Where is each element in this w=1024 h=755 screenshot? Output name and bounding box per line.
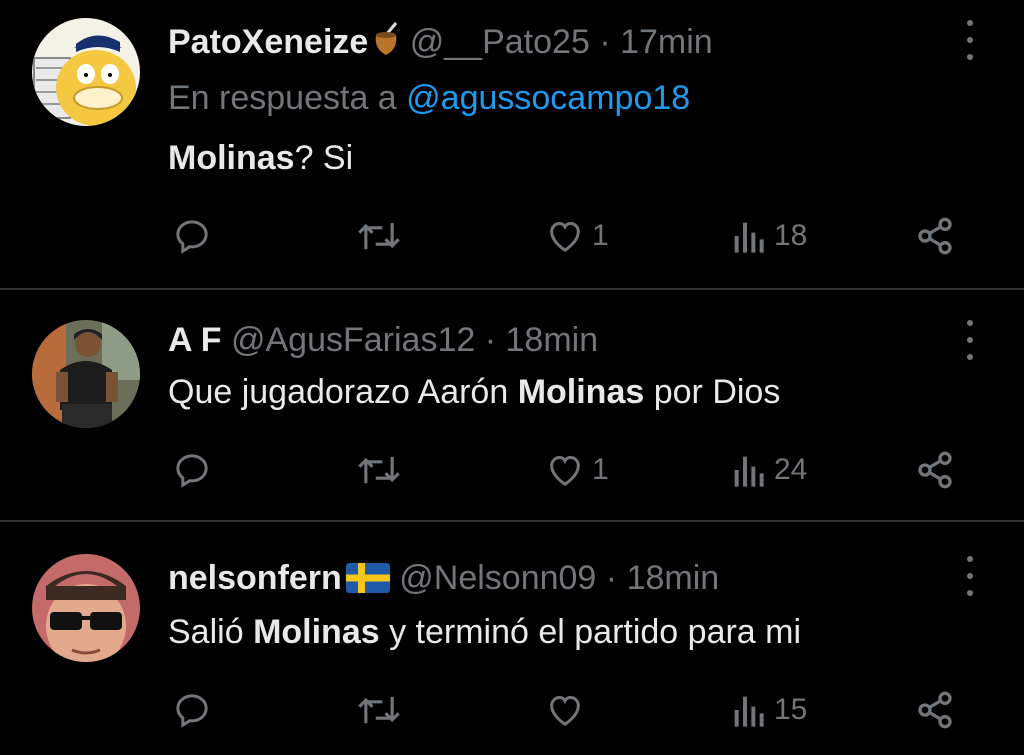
view-count: 15 xyxy=(774,693,808,726)
like-count: 1 xyxy=(592,219,609,252)
separator: · xyxy=(599,23,611,61)
tweet-text: Que jugadorazo Aarón Molinas por Dios xyxy=(168,370,780,414)
reply-context: En respuesta a @agussocampo18 xyxy=(168,76,690,120)
views-icon xyxy=(734,222,764,253)
separator: · xyxy=(605,559,618,597)
tweet-text: Salió Molinas y terminó el partido para … xyxy=(168,610,801,654)
like-button[interactable]: 1 xyxy=(544,212,609,260)
reply-button[interactable] xyxy=(172,446,218,494)
display-name[interactable]: nelsonfern xyxy=(168,559,342,597)
avatar[interactable] xyxy=(32,554,140,662)
retweet-icon xyxy=(358,696,400,724)
psyduck-avatar-image xyxy=(32,18,140,126)
text-segment: y terminó el partido para mi xyxy=(379,613,802,651)
sunglasses-avatar-image xyxy=(32,554,140,662)
heart-icon xyxy=(550,695,580,726)
avatar[interactable] xyxy=(32,320,140,428)
bold-term: Molinas xyxy=(517,373,645,411)
like-button[interactable]: 1 xyxy=(544,446,609,494)
action-bar: 1 18 xyxy=(0,212,1024,260)
share-icon xyxy=(918,451,952,489)
view-count: 18 xyxy=(774,219,808,252)
reply-icon xyxy=(176,694,208,728)
display-name[interactable]: A F xyxy=(168,321,222,359)
text-segment: Que jugadorazo Aarón xyxy=(168,373,518,411)
retweet-icon xyxy=(358,222,400,250)
action-bar: 1 24 xyxy=(0,446,1024,494)
player-avatar-image xyxy=(32,320,140,428)
like-count: 1 xyxy=(592,453,609,486)
heart-icon xyxy=(550,221,580,252)
tweet-text: Molinas? Si xyxy=(168,136,353,180)
separator: · xyxy=(484,321,497,359)
sweden-flag-icon xyxy=(345,560,390,604)
reply-prefix: En respuesta a xyxy=(168,79,397,117)
timestamp[interactable]: 17min xyxy=(620,23,713,61)
like-button[interactable] xyxy=(544,686,592,734)
tweet-header: A F @AgusFarias12 · 18min xyxy=(168,318,598,362)
views-button[interactable]: 24 xyxy=(732,446,807,494)
views-icon xyxy=(734,456,764,487)
bold-term: Molinas xyxy=(253,613,380,651)
handle[interactable]: @AgusFarias12 xyxy=(231,321,475,359)
reply-icon xyxy=(176,454,208,488)
heart-icon xyxy=(550,455,580,486)
bold-term: Molinas xyxy=(168,139,295,177)
reply-button[interactable] xyxy=(172,212,218,260)
mate-icon xyxy=(372,21,400,68)
retweet-icon xyxy=(358,456,400,484)
text-segment: Salió xyxy=(168,613,254,651)
more-options-icon[interactable] xyxy=(958,556,982,596)
display-name[interactable]: PatoXeneize xyxy=(168,23,368,61)
avatar[interactable] xyxy=(32,18,140,126)
handle[interactable]: @Nelsonn09 xyxy=(399,559,596,597)
tweet-header: PatoXeneize @__Pato25 · 17min xyxy=(168,20,713,68)
share-button[interactable] xyxy=(914,686,956,734)
action-bar: 15 xyxy=(0,686,1024,734)
tweet-3[interactable]: nelsonfern @Nelsonn09 · 18min Salió Moli… xyxy=(0,522,1024,755)
timestamp[interactable]: 18min xyxy=(627,559,720,597)
view-count: 24 xyxy=(774,453,808,486)
retweet-button[interactable] xyxy=(356,446,408,494)
reply-icon xyxy=(176,220,208,254)
tweet-1[interactable]: PatoXeneize @__Pato25 · 17min En respues… xyxy=(0,0,1024,288)
timestamp[interactable]: 18min xyxy=(506,321,599,359)
share-icon xyxy=(918,691,952,729)
share-button[interactable] xyxy=(914,446,956,494)
share-button[interactable] xyxy=(914,212,956,260)
reply-mention-link[interactable]: @agussocampo18 xyxy=(406,79,690,117)
reply-button[interactable] xyxy=(172,686,218,734)
views-icon xyxy=(734,696,764,727)
text-segment: ? Si xyxy=(294,139,354,177)
text-segment: por Dios xyxy=(644,373,781,411)
retweet-button[interactable] xyxy=(356,686,408,734)
more-options-icon[interactable] xyxy=(958,320,982,360)
retweet-button[interactable] xyxy=(356,212,408,260)
more-options-icon[interactable] xyxy=(958,20,982,60)
share-icon xyxy=(918,217,952,255)
views-button[interactable]: 15 xyxy=(732,686,807,734)
tweet-header: nelsonfern @Nelsonn09 · 18min xyxy=(168,556,719,604)
handle[interactable]: @__Pato25 xyxy=(410,23,590,61)
views-button[interactable]: 18 xyxy=(732,212,807,260)
tweet-2[interactable]: A F @AgusFarias12 · 18min Que jugadorazo… xyxy=(0,290,1024,520)
